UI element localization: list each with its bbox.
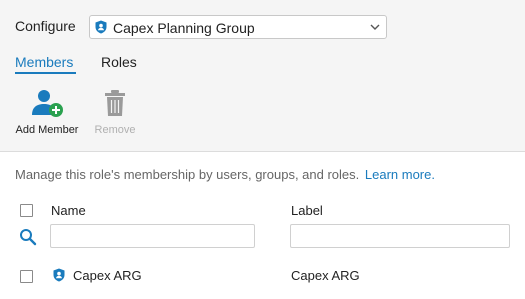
row-name[interactable]: Capex ARG xyxy=(73,268,142,283)
active-tab-indicator xyxy=(15,72,76,74)
tab-roles[interactable]: Roles xyxy=(101,54,137,70)
shield-person-icon xyxy=(53,268,65,282)
shield-person-icon xyxy=(95,20,107,34)
add-member-button[interactable]: Add Member xyxy=(10,88,84,136)
remove-label: Remove xyxy=(94,124,136,136)
search-icon xyxy=(20,229,37,246)
column-header-label[interactable]: Label xyxy=(291,203,323,218)
learn-more-link[interactable]: Learn more. xyxy=(365,167,435,182)
tab-members[interactable]: Members xyxy=(15,54,73,70)
description-text: Manage this role's membership by users, … xyxy=(15,167,360,182)
description: Manage this role's membership by users, … xyxy=(15,167,435,182)
row-label: Capex ARG xyxy=(291,268,360,283)
row-checkbox[interactable] xyxy=(20,270,33,283)
group-select-value: Capex Planning Group xyxy=(113,20,255,36)
add-user-icon xyxy=(32,90,63,117)
configure-label: Configure xyxy=(15,18,76,34)
name-filter-input[interactable] xyxy=(50,224,255,248)
select-all-checkbox[interactable] xyxy=(20,204,33,217)
trash-icon xyxy=(105,90,125,116)
column-header-name[interactable]: Name xyxy=(51,203,86,218)
add-member-label: Add Member xyxy=(15,124,79,136)
remove-button[interactable]: Remove xyxy=(88,88,142,136)
chevron-down-icon[interactable] xyxy=(370,23,380,31)
group-select[interactable]: Capex Planning Group xyxy=(89,15,387,39)
configure-panel: Configure Capex Planning Group Members R… xyxy=(0,0,525,152)
label-filter-input[interactable] xyxy=(290,224,510,248)
